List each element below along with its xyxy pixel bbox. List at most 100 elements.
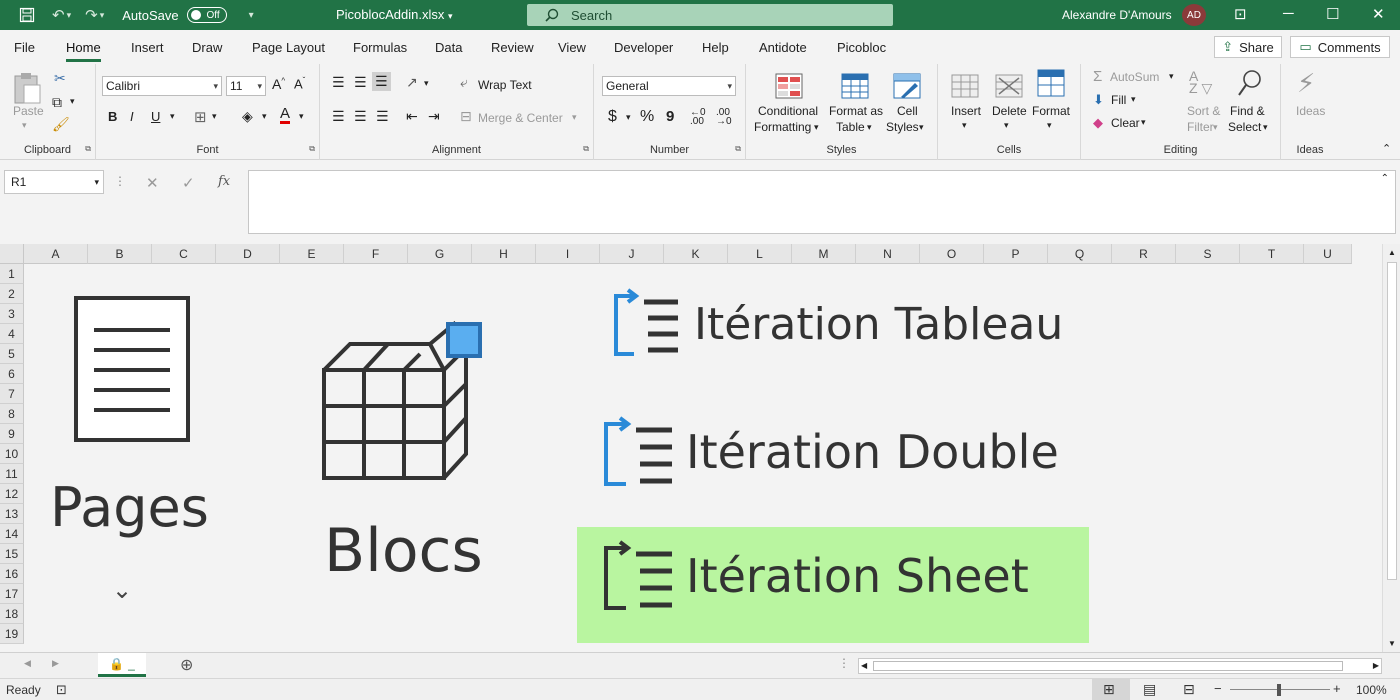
tab-split-grip-icon[interactable]: ⋮ [838,656,850,670]
format-as-table-dropdown-icon[interactable]: ▾ [867,122,872,133]
paste-label[interactable]: Paste [13,104,44,118]
font-family-select[interactable]: Calibri ▾ [102,76,222,96]
redo-dropdown-icon[interactable]: ▾ [100,10,105,21]
column-header[interactable]: L [728,244,792,264]
row-header[interactable]: 7 [0,384,24,404]
merge-center-button[interactable]: Merge & Center [478,111,563,125]
find-select-button[interactable]: Find & [1230,104,1265,118]
scroll-left-icon[interactable]: ◀ [861,661,867,670]
shrink-font-icon[interactable]: Aˇ [294,76,305,91]
column-header[interactable]: J [600,244,664,264]
tab-insert[interactable]: Insert [131,40,164,55]
horizontal-scroll-thumb[interactable] [873,661,1343,671]
tab-antidote[interactable]: Antidote [759,40,807,55]
zoom-out-icon[interactable]: − [1214,681,1222,696]
insert-cells-button[interactable]: Insert [951,104,981,118]
sort-filter-icon[interactable]: AZ ▽ [1189,69,1212,95]
delete-cells-dropdown-icon[interactable]: ▾ [1004,120,1009,131]
align-middle-icon[interactable]: ☰ [354,74,367,91]
cut-icon[interactable]: ✂ [54,70,66,87]
save-icon[interactable] [16,4,38,26]
font-launcher-icon[interactable]: ⧉ [309,144,315,154]
find-select-label2[interactable]: Select [1228,120,1261,134]
merge-center-icon[interactable]: ⊟ [460,108,472,125]
enter-icon[interactable]: ✓ [182,174,195,192]
expand-formula-bar-icon[interactable]: ⌃ [1381,173,1389,184]
row-header[interactable]: 5 [0,344,24,364]
align-left-icon[interactable]: ☰ [332,108,345,125]
cell-styles-label2[interactable]: Styles [886,120,919,134]
column-header[interactable]: E [280,244,344,264]
row-header[interactable]: 16 [0,564,24,584]
fill-icon[interactable]: ⬇ [1093,92,1104,108]
row-header[interactable]: 10 [0,444,24,464]
format-cells-dropdown-icon[interactable]: ▾ [1047,120,1052,131]
prev-sheet-icon[interactable]: ◀ [24,658,31,669]
paste-icon[interactable] [10,70,44,106]
font-size-select[interactable]: 11 ▾ [226,76,266,96]
row-header[interactable]: 6 [0,364,24,384]
undo-dropdown-icon[interactable]: ▾ [67,10,72,21]
insert-cells-icon[interactable] [950,72,980,100]
delete-cells-icon[interactable] [994,72,1024,100]
maximize-icon[interactable]: ☐ [1326,5,1339,23]
row-header[interactable]: 2 [0,284,24,304]
avatar[interactable]: AD [1182,4,1206,26]
row-header[interactable]: 13 [0,504,24,524]
vertical-scroll-thumb[interactable] [1387,262,1397,580]
format-as-table-label2[interactable]: Table [836,120,865,134]
conditional-formatting-dropdown-icon[interactable]: ▾ [814,122,819,133]
autosum-dropdown-icon[interactable]: ▾ [1169,71,1174,82]
insert-cells-dropdown-icon[interactable]: ▾ [962,120,967,131]
fill-button[interactable]: Fill [1111,93,1126,107]
column-header[interactable]: T [1240,244,1304,264]
format-as-table-icon[interactable] [840,72,870,100]
customize-toolbar-icon[interactable]: ▾ [249,10,254,21]
autosave-toggle[interactable]: Off [186,7,227,23]
percent-button[interactable]: % [640,108,654,126]
ideas-icon[interactable]: ⚡ [1297,68,1315,99]
currency-dropdown-icon[interactable]: ▾ [626,112,631,123]
column-header[interactable]: S [1176,244,1240,264]
cancel-icon[interactable]: ✕ [146,174,159,192]
row-header[interactable]: 11 [0,464,24,484]
tab-draw[interactable]: Draw [192,40,222,55]
cell-styles-icon[interactable] [892,72,922,100]
select-all-corner[interactable] [0,244,24,264]
zoom-level[interactable]: 100% [1356,683,1387,697]
font-color-dropdown-icon[interactable]: ▾ [299,111,304,122]
page-break-preview-icon[interactable]: ⊟ [1183,681,1195,698]
column-header[interactable]: R [1112,244,1176,264]
tab-view[interactable]: View [558,40,586,55]
autosum-icon[interactable]: Σ [1093,68,1102,85]
column-header[interactable]: G [408,244,472,264]
tab-help[interactable]: Help [702,40,729,55]
orientation-icon[interactable]: ↗ [406,74,418,91]
search-input[interactable]: Search [527,4,893,26]
alignment-launcher-icon[interactable]: ⧉ [583,144,589,154]
redo-icon[interactable]: ↷ [85,6,98,24]
ideas-button[interactable]: Ideas [1296,104,1325,118]
clear-button[interactable]: Clear [1111,116,1140,130]
delete-cells-button[interactable]: Delete [992,104,1027,118]
fill-color-icon[interactable]: ◈ [242,108,253,125]
worksheet[interactable]: Pages ⌄ Blocs Itération Tableau Itératio… [24,264,1382,652]
underline-dropdown-icon[interactable]: ▾ [170,111,175,122]
increase-decimal-icon[interactable]: ←0.00 [690,108,706,127]
row-header[interactable]: 12 [0,484,24,504]
column-header[interactable]: K [664,244,728,264]
comma-button[interactable]: 9 [666,108,674,125]
horizontal-scrollbar[interactable]: ◀ ▶ [858,658,1382,674]
fill-dropdown-icon[interactable]: ▾ [1131,94,1136,105]
column-header[interactable]: D [216,244,280,264]
italic-button[interactable]: I [130,109,134,124]
align-bottom-icon[interactable]: ☰ [372,72,391,91]
wrap-text-button[interactable]: Wrap Text [478,78,532,92]
insert-function-button[interactable]: fx [218,174,230,189]
scroll-right-icon[interactable]: ▶ [1373,661,1379,670]
sort-filter-dropdown-icon[interactable]: ▾ [1213,122,1218,133]
name-box[interactable]: R1 ▾ [4,170,104,194]
tab-formulas[interactable]: Formulas [353,40,407,55]
row-header[interactable]: 9 [0,424,24,444]
number-launcher-icon[interactable]: ⧉ [735,144,741,154]
